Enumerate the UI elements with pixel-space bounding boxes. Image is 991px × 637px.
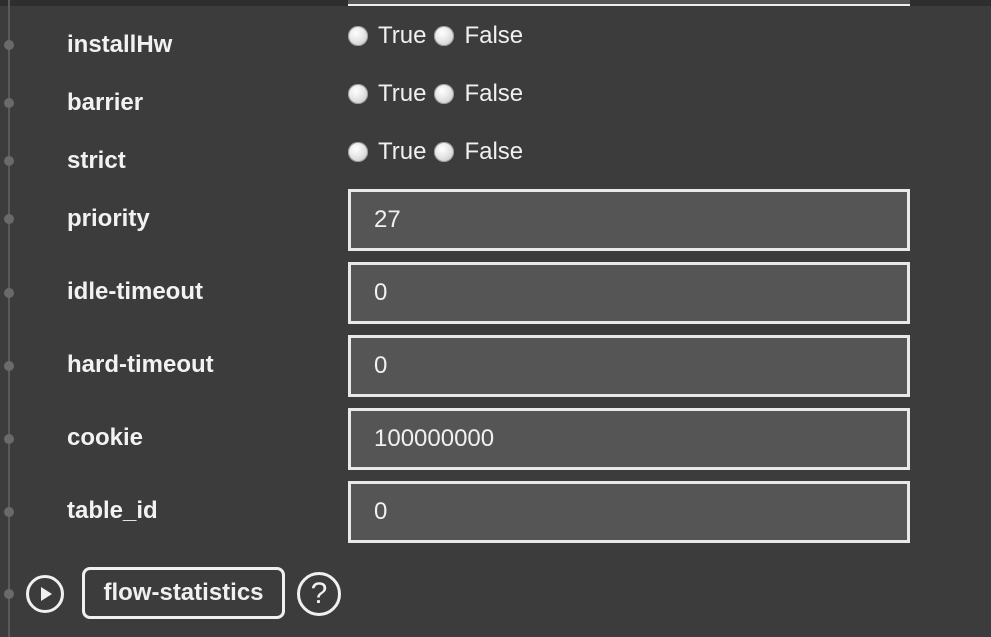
- tree-node-dot: [4, 589, 14, 599]
- strict-true-label: True: [378, 138, 427, 165]
- tree-node-dot: [4, 361, 14, 371]
- barrier-true-label: True: [378, 80, 427, 107]
- tree-node-dot: [4, 288, 14, 298]
- row-installhw: installHw True False: [0, 20, 991, 70]
- tree-node-dot: [4, 40, 14, 50]
- barrier-false-label: False: [464, 80, 524, 107]
- play-circle-icon[interactable]: [26, 575, 64, 613]
- row-barrier: barrier True False: [0, 78, 991, 128]
- properties-panel: installHw True False barrier True False: [0, 0, 991, 637]
- strict-false-radio[interactable]: [434, 142, 455, 162]
- tree-node-dot: [4, 156, 14, 166]
- strict-false-label: False: [464, 138, 524, 165]
- play-triangle-shape: [41, 587, 52, 601]
- clipped-field[interactable]: [348, 0, 910, 6]
- installhw-true-option[interactable]: True: [348, 22, 426, 50]
- installhw-true-radio[interactable]: [348, 26, 368, 46]
- installhw-false-radio[interactable]: [434, 26, 455, 46]
- installhw-true-label: True: [378, 22, 427, 49]
- row-strict: strict True False: [0, 136, 991, 186]
- tree-node-dot: [4, 214, 14, 224]
- row-idle-timeout: idle-timeout 0: [0, 262, 991, 324]
- tree-node-dot: [4, 507, 14, 517]
- barrier-label: barrier: [67, 89, 144, 116]
- cookie-label: cookie: [67, 424, 144, 451]
- strict-false-option[interactable]: False: [434, 138, 523, 166]
- idle-timeout-label: idle-timeout: [67, 278, 203, 305]
- barrier-radio-group: True False: [348, 80, 531, 108]
- strict-label: strict: [67, 147, 126, 174]
- idle-timeout-input[interactable]: 0: [348, 262, 910, 324]
- barrier-true-radio[interactable]: [348, 84, 368, 104]
- strict-true-option[interactable]: True: [348, 138, 426, 166]
- installhw-radio-group: True False: [348, 22, 531, 50]
- installhw-false-label: False: [464, 22, 524, 49]
- barrier-false-radio[interactable]: [434, 84, 455, 104]
- installhw-false-option[interactable]: False: [434, 22, 523, 50]
- installhw-label: installHw: [67, 31, 173, 58]
- question-circle-icon[interactable]: ?: [297, 572, 341, 616]
- row-hard-timeout: hard-timeout 0: [0, 335, 991, 397]
- strict-radio-group: True False: [348, 138, 531, 166]
- barrier-false-option[interactable]: False: [434, 80, 523, 108]
- table-id-input[interactable]: 0: [348, 481, 910, 543]
- row-priority: priority 27: [0, 189, 991, 251]
- hard-timeout-label: hard-timeout: [67, 351, 214, 378]
- flow-statistics-button[interactable]: flow-statistics: [82, 567, 285, 619]
- priority-input[interactable]: 27: [348, 189, 910, 251]
- cookie-input[interactable]: 100000000: [348, 408, 910, 470]
- row-cookie: cookie 100000000: [0, 408, 991, 470]
- top-strip: [0, 0, 991, 6]
- barrier-true-option[interactable]: True: [348, 80, 426, 108]
- footer-actions: flow-statistics ?: [0, 566, 991, 622]
- tree-node-dot: [4, 434, 14, 444]
- strict-true-radio[interactable]: [348, 142, 368, 162]
- row-table-id: table_id 0: [0, 481, 991, 543]
- table-id-label: table_id: [67, 497, 158, 524]
- hard-timeout-input[interactable]: 0: [348, 335, 910, 397]
- priority-label: priority: [67, 205, 150, 232]
- tree-node-dot: [4, 98, 14, 108]
